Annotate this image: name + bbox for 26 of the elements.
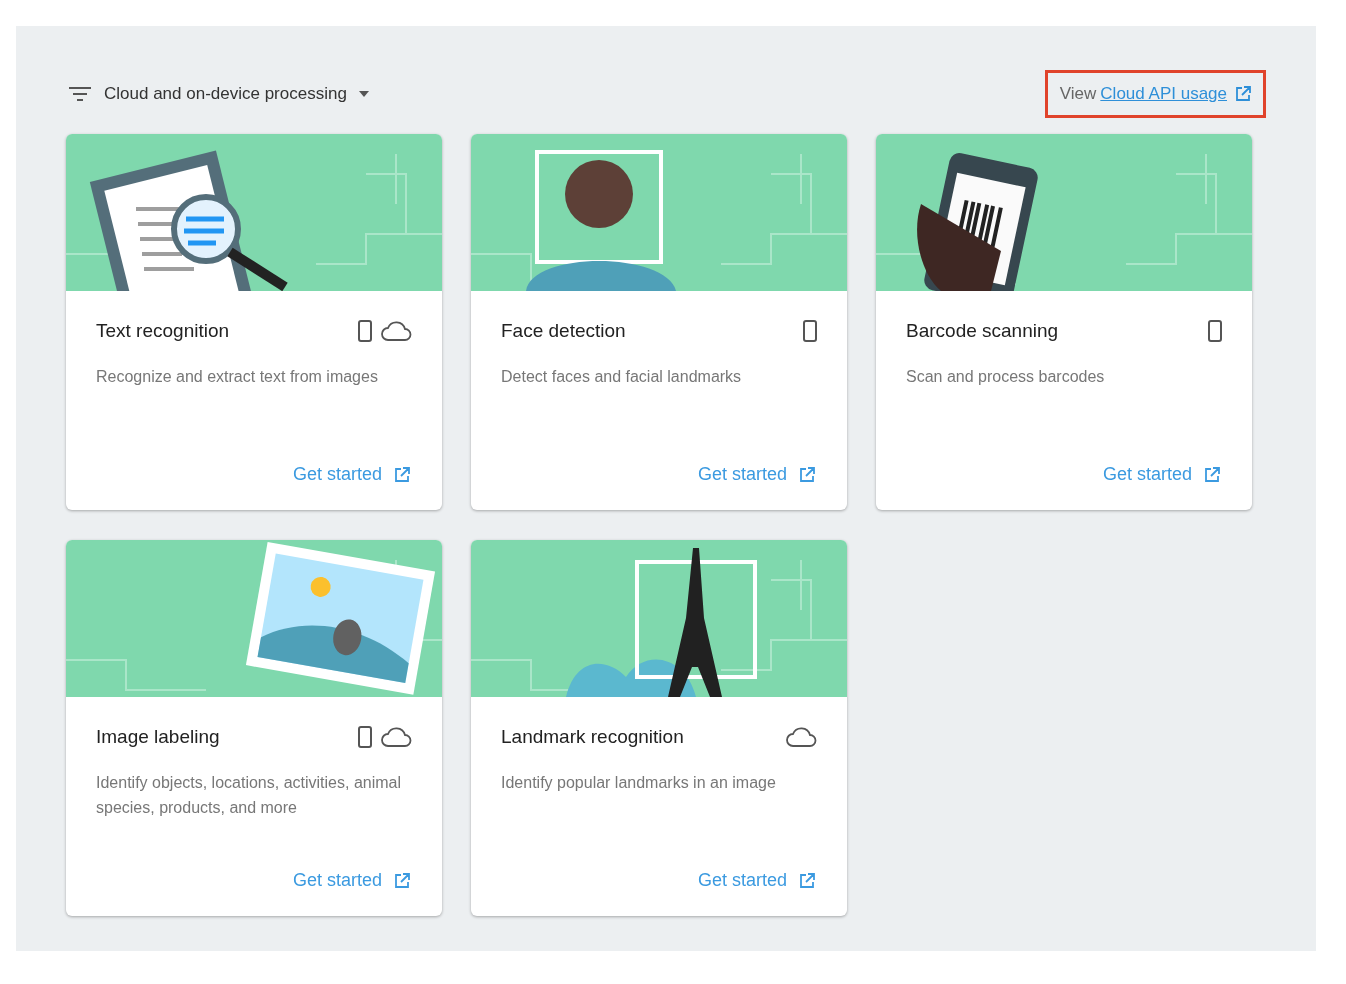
card-title: Landmark recognition	[501, 725, 684, 749]
card-title: Face detection	[501, 319, 626, 343]
external-link-icon	[799, 872, 815, 889]
external-link-icon	[1235, 86, 1251, 102]
view-label: View	[1059, 83, 1097, 106]
filter-dropdown[interactable]: Cloud and on-device processing	[104, 81, 369, 107]
cloud-api-usage-link[interactable]: Cloud API usage	[1100, 81, 1251, 107]
get-started-link[interactable]: Get started	[292, 461, 410, 488]
card-title: Image labeling	[96, 725, 220, 749]
card-description: Identify popular landmarks in an image	[501, 772, 777, 793]
caret-icon	[358, 91, 369, 97]
external-link-icon	[1204, 466, 1220, 483]
card-description: Identify objects, locations, activities, animal species, products, and more	[96, 772, 403, 818]
get-started-link[interactable]: Get started	[292, 867, 410, 894]
external-link-icon	[799, 466, 815, 483]
external-link-icon	[394, 466, 410, 483]
card-title: Barcode scanning	[906, 319, 1059, 343]
card-title: Text recognition	[96, 319, 230, 343]
get-started-link[interactable]: Get started	[697, 461, 815, 488]
card-description: Detect faces and facial landmarks	[501, 366, 743, 387]
get-started-link[interactable]: Get started	[1102, 461, 1220, 488]
card-description: Recognize and extract text from images	[96, 366, 379, 387]
filter-icon[interactable]	[68, 86, 92, 102]
get-started-link[interactable]: Get started	[697, 867, 815, 894]
card-description: Scan and process barcodes	[906, 366, 1106, 387]
external-link-icon	[394, 872, 410, 889]
